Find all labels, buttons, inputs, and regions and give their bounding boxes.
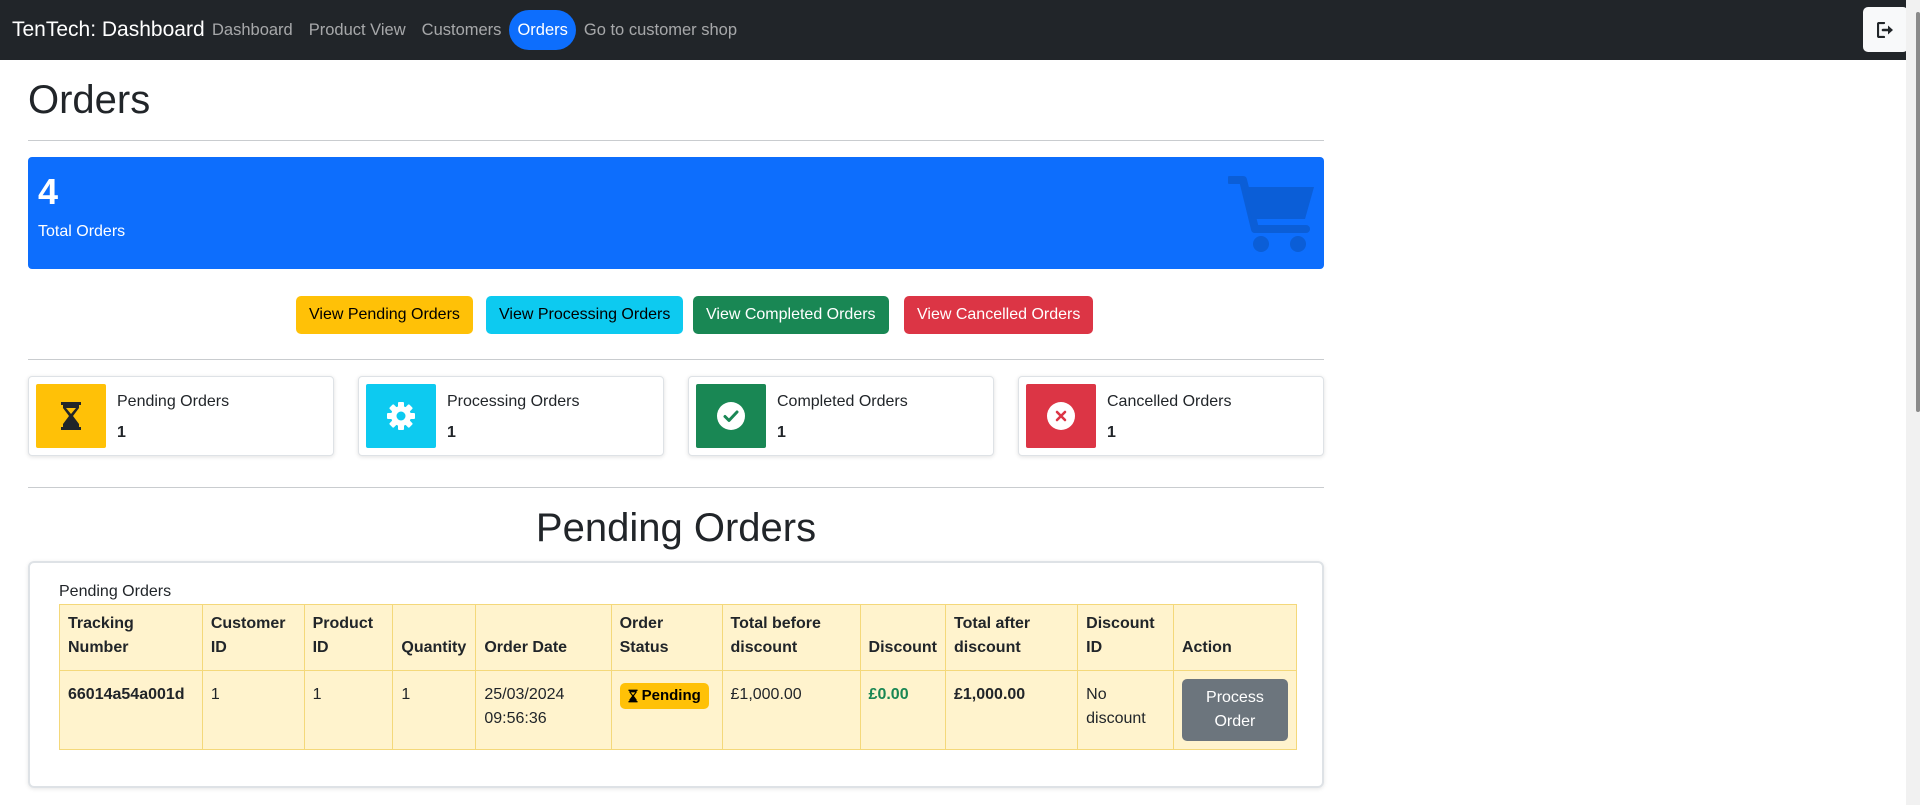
nav-link-customer-shop[interactable]: Go to customer shop bbox=[576, 10, 745, 50]
col-header: Order Status bbox=[610, 604, 723, 671]
nav-links: Dashboard Product View Customers Orders … bbox=[204, 10, 745, 50]
stat-icon-box bbox=[36, 384, 106, 448]
col-header: Customer ID bbox=[201, 604, 305, 671]
stat-card-processing: Processing Orders 1 bbox=[358, 376, 664, 456]
col-header: Action bbox=[1172, 604, 1298, 671]
stat-label: Pending Orders bbox=[117, 393, 230, 410]
logout-button[interactable] bbox=[1863, 7, 1908, 52]
cell-action: Process Order bbox=[1172, 670, 1298, 750]
cell-discount: £0.00 bbox=[859, 670, 947, 750]
table-row: 66014a54a001d 1 1 1 25/03/2024 09:56:36 P… bbox=[59, 670, 1298, 750]
brand-title[interactable]: TenTech: Dashboard bbox=[12, 18, 205, 42]
stat-icon-box bbox=[696, 384, 766, 448]
stat-value: 1 bbox=[447, 424, 456, 441]
stat-value: 1 bbox=[777, 424, 786, 441]
cell-total-after-discount: £1,000.00 bbox=[944, 670, 1079, 750]
page-title: Orders bbox=[28, 78, 151, 122]
stat-card-completed: Completed Orders 1 bbox=[688, 376, 994, 456]
table-header-row: Tracking Number Customer ID Product ID Quan… bbox=[59, 604, 1298, 671]
cell-discount-id: No discount bbox=[1077, 670, 1174, 750]
view-cancelled-orders-button[interactable]: View Cancelled Orders bbox=[904, 296, 1094, 334]
total-orders-label: Total Orders bbox=[38, 223, 126, 240]
hourglass-icon bbox=[628, 689, 638, 703]
process-order-button[interactable]: Process Order bbox=[1181, 679, 1288, 741]
cell-order-date: 25/03/2024 09:56:36 bbox=[475, 670, 612, 750]
nav-link-orders[interactable]: Orders bbox=[509, 10, 576, 50]
total-orders-card: 4 Total Orders bbox=[28, 157, 1324, 269]
nav-link-product-view[interactable]: Product View bbox=[301, 10, 414, 50]
col-header: Tracking Number bbox=[59, 604, 203, 671]
divider bbox=[28, 487, 1324, 488]
hourglass-icon bbox=[61, 402, 81, 430]
col-header: Quantity bbox=[392, 604, 477, 671]
col-header: Total before discount bbox=[721, 604, 861, 671]
col-header: Discount bbox=[859, 604, 947, 671]
sign-out-icon bbox=[1876, 21, 1893, 38]
stat-icon-box bbox=[1026, 384, 1096, 448]
cell-product-id: 1 bbox=[303, 670, 394, 750]
view-pending-orders-button[interactable]: View Pending Orders bbox=[296, 296, 473, 334]
stat-value: 1 bbox=[1107, 424, 1116, 441]
orders-table-card: Pending Orders Tracking Number Customer ID… bbox=[28, 561, 1324, 788]
stat-card-cancelled: Cancelled Orders 1 bbox=[1018, 376, 1324, 456]
stat-icon-box bbox=[366, 384, 436, 448]
view-processing-orders-button[interactable]: View Processing Orders bbox=[486, 296, 684, 334]
check-circle-icon bbox=[717, 402, 745, 430]
status-badge: Pending bbox=[619, 683, 709, 709]
stat-label: Completed Orders bbox=[777, 393, 908, 410]
cell-quantity: 1 bbox=[392, 670, 477, 750]
stat-label: Processing Orders bbox=[447, 393, 580, 410]
table-caption: Pending Orders bbox=[59, 583, 172, 600]
col-header: Discount ID bbox=[1077, 604, 1174, 671]
stat-card-pending: Pending Orders 1 bbox=[28, 376, 334, 456]
navbar: TenTech: Dashboard Dashboard Product Vie… bbox=[0, 0, 1920, 60]
cell-tracking-number: 66014a54a001d bbox=[59, 670, 203, 750]
nav-link-dashboard[interactable]: Dashboard bbox=[204, 10, 301, 50]
x-circle-icon bbox=[1047, 402, 1075, 430]
cell-customer-id: 1 bbox=[201, 670, 305, 750]
cell-total-before-discount: £1,000.00 bbox=[721, 670, 861, 750]
nav-link-customers[interactable]: Customers bbox=[414, 10, 510, 50]
view-completed-orders-button[interactable]: View Completed Orders bbox=[693, 296, 889, 334]
scrollbar-thumb[interactable] bbox=[1916, 12, 1920, 412]
orders-table: Tracking Number Customer ID Product ID Quan… bbox=[59, 604, 1298, 750]
cart-icon bbox=[1228, 176, 1314, 252]
col-header: Order Date bbox=[475, 604, 612, 671]
divider bbox=[28, 359, 1324, 360]
col-header: Total after discount bbox=[944, 604, 1079, 671]
stat-label: Cancelled Orders bbox=[1107, 393, 1232, 410]
total-orders-count: 4 bbox=[38, 171, 59, 212]
stat-value: 1 bbox=[117, 424, 126, 441]
col-header: Product ID bbox=[303, 604, 394, 671]
cell-order-status: Pending bbox=[610, 670, 723, 750]
gear-icon bbox=[387, 402, 415, 430]
divider bbox=[28, 140, 1324, 141]
section-title: Pending Orders bbox=[535, 506, 817, 550]
